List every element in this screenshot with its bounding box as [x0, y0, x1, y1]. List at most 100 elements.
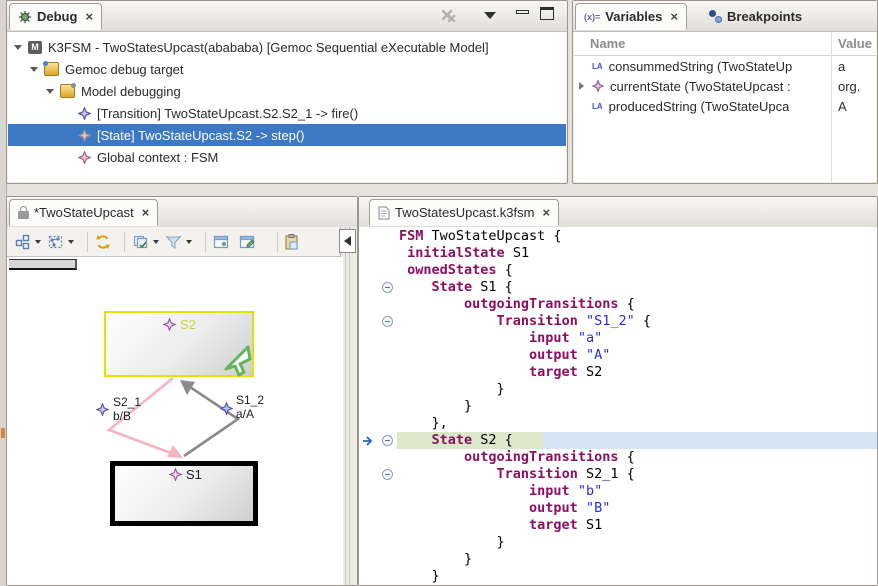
tab-variables[interactable]: (x)= Variables ×	[575, 3, 687, 30]
debug-tree[interactable]: MK3FSM - TwoStatesUpcast(abababa) [Gemoc…	[8, 32, 566, 182]
code-line[interactable]: outgoingTransitions {	[399, 449, 877, 466]
debug-tree-row[interactable]: Global context : FSM	[8, 146, 566, 168]
state-s2-label[interactable]: S2	[163, 317, 196, 332]
debug-tree-row[interactable]: [State] TwoStateUpcast.S2 -> step()	[8, 124, 566, 146]
code-line[interactable]: target S1	[399, 517, 877, 534]
dropdown-caret-icon[interactable]	[186, 240, 192, 244]
string-variable-icon: LA	[592, 62, 603, 71]
dropdown-caret-icon[interactable]	[68, 240, 74, 244]
diagram-canvas[interactable]: S2 S1 S2_1 b/B S1_2	[7, 257, 343, 585]
column-name[interactable]: Name	[590, 36, 625, 51]
variable-name: currentState (TwoStateUpcast :	[610, 79, 791, 94]
layers-button[interactable]	[132, 234, 159, 250]
expander-icon[interactable]	[30, 67, 38, 72]
variable-row[interactable]: LAconsummedString (TwoStateUpa	[574, 56, 876, 76]
transition-s2-1-label[interactable]: S2_1 b/B	[113, 395, 141, 423]
tree-item-label: [State] TwoStateUpcast.S2 -> step()	[97, 128, 305, 143]
debug-target-icon	[44, 62, 59, 76]
tab-breakpoints[interactable]: Breakpoints	[701, 3, 810, 30]
view-menu-icon[interactable]	[484, 12, 496, 19]
fold-collapse-icon[interactable]	[382, 435, 393, 446]
diagram-tabbar: *TwoStateUpcast ×	[7, 197, 357, 228]
variables-rows[interactable]: LAconsummedString (TwoStateUpacurrentSta…	[574, 56, 876, 116]
close-icon[interactable]: ×	[542, 205, 550, 220]
arrange-all-button[interactable]	[15, 234, 41, 250]
tree-item-label: Model debugging	[81, 84, 181, 99]
export-diagram-button[interactable]	[213, 235, 229, 249]
code-line[interactable]: target S2	[399, 364, 877, 381]
debug-tree-row[interactable]: [Transition] TwoStateUpcast.S2.S2_1 -> f…	[8, 102, 566, 124]
code-area[interactable]: FSM TwoStateUpcast { initialState S1 own…	[359, 227, 877, 585]
code-line[interactable]: initialState S1	[399, 245, 877, 262]
debug-bug-icon	[18, 10, 32, 24]
tree-item-label: Gemoc debug target	[65, 62, 184, 77]
expander-icon[interactable]	[46, 89, 54, 94]
debug-tree-row[interactable]: Gemoc debug target	[8, 58, 566, 80]
code-line[interactable]: Transition "S1_2" {	[399, 313, 877, 330]
breakpoints-tab-label: Breakpoints	[727, 9, 802, 24]
close-icon[interactable]: ×	[142, 205, 150, 220]
close-icon[interactable]: ×	[85, 9, 93, 24]
tab-debug[interactable]: Debug ×	[9, 3, 102, 30]
select-mode-button[interactable]	[47, 234, 74, 250]
code-line[interactable]: State S1 {	[399, 279, 877, 296]
code-line[interactable]: FSM TwoStateUpcast {	[399, 228, 877, 245]
refresh-button[interactable]	[95, 234, 111, 250]
code-line[interactable]: State S2 {	[399, 432, 877, 449]
debug-tree-row[interactable]: MK3FSM - TwoStatesUpcast(abababa) [Gemoc…	[8, 36, 566, 58]
variables-tab-label: Variables	[605, 9, 662, 24]
remove-all-terminated-icon[interactable]	[440, 8, 456, 24]
dropdown-caret-icon[interactable]	[153, 240, 159, 244]
collapse-left-icon	[344, 236, 351, 246]
dropdown-caret-icon[interactable]	[35, 240, 41, 244]
code-line[interactable]: }	[399, 551, 877, 568]
lock-icon	[18, 206, 29, 219]
code-line[interactable]: input "a"	[399, 330, 877, 347]
code-line[interactable]: }	[399, 381, 877, 398]
code-lines[interactable]: FSM TwoStateUpcast { initialState S1 own…	[399, 228, 877, 585]
column-value[interactable]: Value	[838, 36, 872, 51]
toolbar-separator	[87, 232, 88, 252]
fold-collapse-icon[interactable]	[382, 282, 393, 293]
variable-row[interactable]: LAproducedString (TwoStateUpcaA	[574, 96, 876, 116]
fold-collapse-icon[interactable]	[382, 316, 393, 327]
transition-star-icon	[96, 403, 109, 416]
expander-icon[interactable]	[14, 45, 22, 50]
state-s1-label[interactable]: S1	[169, 467, 202, 482]
gutter	[359, 227, 399, 585]
diagram-tab-label: *TwoStateUpcast	[34, 205, 134, 220]
minimize-icon[interactable]	[516, 10, 529, 14]
code-editor: TwoStatesUpcast.k3fsm × FSM TwoStateUpca…	[358, 196, 878, 586]
expander-icon[interactable]	[579, 82, 584, 90]
code-line[interactable]: output "A"	[399, 347, 877, 364]
transition-s1-2-label[interactable]: S1_2 a/A	[236, 393, 264, 421]
transition-edges[interactable]	[7, 257, 343, 585]
fold-collapse-icon[interactable]	[382, 469, 393, 480]
edit-properties-button[interactable]	[239, 235, 255, 249]
code-line[interactable]: input "b"	[399, 483, 877, 500]
tab-diagram[interactable]: *TwoStateUpcast ×	[9, 199, 158, 226]
breakpoints-icon	[709, 10, 722, 23]
close-icon[interactable]: ×	[670, 9, 678, 24]
code-line[interactable]: },	[399, 415, 877, 432]
code-line[interactable]: output "B"	[399, 500, 877, 517]
maximize-icon[interactable]	[540, 7, 554, 20]
variable-name: consummedString (TwoStateUp	[609, 59, 793, 74]
code-tabbar: TwoStatesUpcast.k3fsm ×	[359, 197, 877, 228]
tab-k3fsm[interactable]: TwoStatesUpcast.k3fsm ×	[369, 199, 559, 226]
file-icon	[378, 206, 390, 220]
toolbar-separator	[277, 232, 278, 252]
variable-row[interactable]: currentState (TwoStateUpcast :org.	[574, 76, 876, 96]
code-line[interactable]: }	[399, 534, 877, 551]
code-line[interactable]: }	[399, 568, 877, 585]
paste-button[interactable]	[285, 234, 298, 250]
code-line[interactable]: outgoingTransitions {	[399, 296, 877, 313]
instruction-pointer-icon	[362, 435, 376, 447]
transition-s1-to-s2-edge	[184, 385, 238, 456]
code-line[interactable]: Transition S2_1 {	[399, 466, 877, 483]
code-line[interactable]: ownedStates {	[399, 262, 877, 279]
debug-tree-row[interactable]: Model debugging	[8, 80, 566, 102]
filters-button[interactable]	[165, 234, 192, 250]
palette-collapse-button[interactable]	[339, 229, 356, 253]
code-line[interactable]: }	[399, 398, 877, 415]
